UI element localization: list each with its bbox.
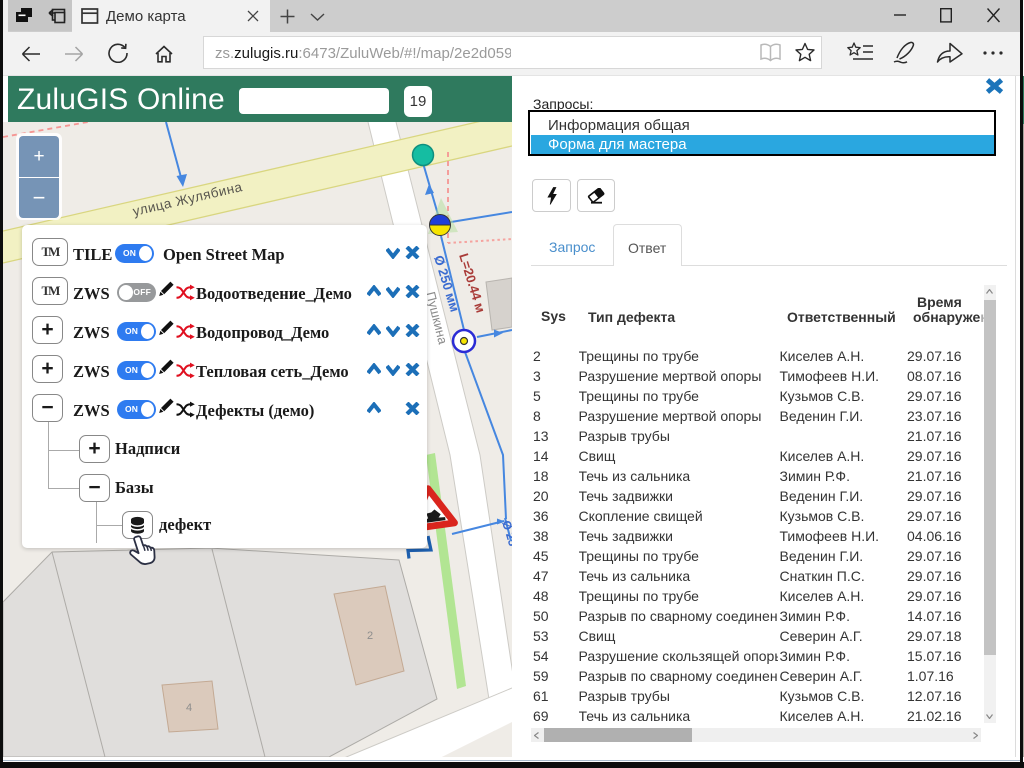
svg-text:2: 2 bbox=[367, 630, 373, 642]
svg-text:4: 4 bbox=[186, 702, 192, 714]
